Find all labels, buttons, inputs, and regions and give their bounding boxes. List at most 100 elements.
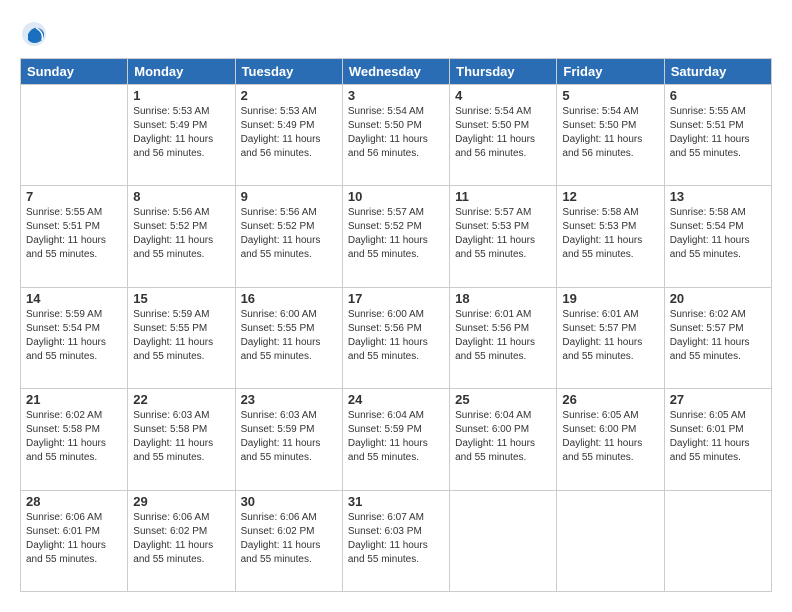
day-number: 5	[562, 88, 658, 103]
day-number: 17	[348, 291, 444, 306]
header-row: SundayMondayTuesdayWednesdayThursdayFrid…	[21, 59, 772, 85]
day-number: 12	[562, 189, 658, 204]
day-number: 10	[348, 189, 444, 204]
day-cell: 23 Sunrise: 6:03 AM Sunset: 5:59 PM Dayli…	[235, 389, 342, 490]
day-cell: 20 Sunrise: 6:02 AM Sunset: 5:57 PM Dayli…	[664, 287, 771, 388]
day-cell: 29 Sunrise: 6:06 AM Sunset: 6:02 PM Dayli…	[128, 490, 235, 591]
day-cell: 17 Sunrise: 6:00 AM Sunset: 5:56 PM Dayli…	[342, 287, 449, 388]
day-cell: 19 Sunrise: 6:01 AM Sunset: 5:57 PM Dayli…	[557, 287, 664, 388]
day-number: 14	[26, 291, 122, 306]
day-number: 26	[562, 392, 658, 407]
day-cell: 11Sunrise: 5:57 AM Sunset: 5:53 PM Dayli…	[450, 186, 557, 287]
day-number: 8	[133, 189, 229, 204]
day-info: Sunrise: 5:54 AM Sunset: 5:50 PM Dayligh…	[455, 105, 551, 161]
header-cell-wednesday: Wednesday	[342, 59, 449, 85]
header-cell-tuesday: Tuesday	[235, 59, 342, 85]
day-cell: 8 Sunrise: 5:56 AM Sunset: 5:52 PM Daylig…	[128, 186, 235, 287]
day-info: Sunrise: 5:59 AM Sunset: 5:55 PM Dayligh…	[133, 308, 229, 364]
day-info: Sunrise: 6:01 AM Sunset: 5:56 PM Dayligh…	[455, 308, 551, 364]
week-row-3: 14 Sunrise: 5:59 AM Sunset: 5:54 PM Dayli…	[21, 287, 772, 388]
day-cell: 3Sunrise: 5:54 AM Sunset: 5:50 PM Daylig…	[342, 85, 449, 186]
week-row-4: 21 Sunrise: 6:02 AM Sunset: 5:58 PM Dayli…	[21, 389, 772, 490]
day-cell	[557, 490, 664, 591]
day-info: Sunrise: 6:01 AM Sunset: 5:57 PM Dayligh…	[562, 308, 658, 364]
day-info: Sunrise: 5:57 AM Sunset: 5:53 PM Dayligh…	[455, 206, 551, 262]
week-row-1: 1 Sunrise: 5:53 AM Sunset: 5:49 PM Daylig…	[21, 85, 772, 186]
day-cell	[664, 490, 771, 591]
day-cell: 10 Sunrise: 5:57 AM Sunset: 5:52 PM Dayli…	[342, 186, 449, 287]
day-info: Sunrise: 6:00 AM Sunset: 5:56 PM Dayligh…	[348, 308, 444, 364]
header-cell-friday: Friday	[557, 59, 664, 85]
day-cell: 16 Sunrise: 6:00 AM Sunset: 5:55 PM Dayli…	[235, 287, 342, 388]
day-info: Sunrise: 5:58 AM Sunset: 5:53 PM Dayligh…	[562, 206, 658, 262]
day-info: Sunrise: 6:00 AM Sunset: 5:55 PM Dayligh…	[241, 308, 337, 364]
day-number: 6	[670, 88, 766, 103]
day-cell: 24 Sunrise: 6:04 AM Sunset: 5:59 PM Dayli…	[342, 389, 449, 490]
header	[20, 20, 772, 48]
day-cell: 21 Sunrise: 6:02 AM Sunset: 5:58 PM Dayli…	[21, 389, 128, 490]
day-cell: 30 Sunrise: 6:06 AM Sunset: 6:02 PM Dayli…	[235, 490, 342, 591]
day-info: Sunrise: 5:57 AM Sunset: 5:52 PM Dayligh…	[348, 206, 444, 262]
day-number: 19	[562, 291, 658, 306]
day-info: Sunrise: 6:06 AM Sunset: 6:01 PM Dayligh…	[26, 511, 122, 567]
day-cell: 26 Sunrise: 6:05 AM Sunset: 6:00 PM Dayli…	[557, 389, 664, 490]
day-cell: 1 Sunrise: 5:53 AM Sunset: 5:49 PM Daylig…	[128, 85, 235, 186]
day-info: Sunrise: 6:05 AM Sunset: 6:01 PM Dayligh…	[670, 409, 766, 465]
day-cell	[21, 85, 128, 186]
day-info: Sunrise: 5:55 AM Sunset: 5:51 PM Dayligh…	[670, 105, 766, 161]
day-cell: 2 Sunrise: 5:53 AM Sunset: 5:49 PM Daylig…	[235, 85, 342, 186]
day-cell: 7Sunrise: 5:55 AM Sunset: 5:51 PM Daylig…	[21, 186, 128, 287]
day-cell: 28Sunrise: 6:06 AM Sunset: 6:01 PM Dayli…	[21, 490, 128, 591]
day-cell: 27 Sunrise: 6:05 AM Sunset: 6:01 PM Dayli…	[664, 389, 771, 490]
day-number: 24	[348, 392, 444, 407]
day-cell: 14 Sunrise: 5:59 AM Sunset: 5:54 PM Dayli…	[21, 287, 128, 388]
day-number: 30	[241, 494, 337, 509]
day-info: Sunrise: 6:07 AM Sunset: 6:03 PM Dayligh…	[348, 511, 444, 567]
week-row-2: 7Sunrise: 5:55 AM Sunset: 5:51 PM Daylig…	[21, 186, 772, 287]
day-number: 16	[241, 291, 337, 306]
day-info: Sunrise: 6:06 AM Sunset: 6:02 PM Dayligh…	[241, 511, 337, 567]
day-number: 2	[241, 88, 337, 103]
day-number: 3	[348, 88, 444, 103]
day-number: 23	[241, 392, 337, 407]
day-info: Sunrise: 6:03 AM Sunset: 5:59 PM Dayligh…	[241, 409, 337, 465]
day-info: Sunrise: 5:58 AM Sunset: 5:54 PM Dayligh…	[670, 206, 766, 262]
day-number: 1	[133, 88, 229, 103]
day-info: Sunrise: 5:53 AM Sunset: 5:49 PM Dayligh…	[133, 105, 229, 161]
calendar: SundayMondayTuesdayWednesdayThursdayFrid…	[20, 58, 772, 592]
calendar-body: 1 Sunrise: 5:53 AM Sunset: 5:49 PM Daylig…	[21, 85, 772, 592]
day-number: 21	[26, 392, 122, 407]
day-cell: 13Sunrise: 5:58 AM Sunset: 5:54 PM Dayli…	[664, 186, 771, 287]
day-info: Sunrise: 6:06 AM Sunset: 6:02 PM Dayligh…	[133, 511, 229, 567]
logo-icon	[20, 20, 48, 48]
week-row-5: 28Sunrise: 6:06 AM Sunset: 6:01 PM Dayli…	[21, 490, 772, 591]
header-cell-monday: Monday	[128, 59, 235, 85]
day-number: 31	[348, 494, 444, 509]
day-cell: 6 Sunrise: 5:55 AM Sunset: 5:51 PM Daylig…	[664, 85, 771, 186]
day-info: Sunrise: 6:05 AM Sunset: 6:00 PM Dayligh…	[562, 409, 658, 465]
day-number: 29	[133, 494, 229, 509]
day-number: 15	[133, 291, 229, 306]
header-cell-saturday: Saturday	[664, 59, 771, 85]
day-number: 18	[455, 291, 551, 306]
header-cell-sunday: Sunday	[21, 59, 128, 85]
day-info: Sunrise: 5:53 AM Sunset: 5:49 PM Dayligh…	[241, 105, 337, 161]
day-number: 4	[455, 88, 551, 103]
day-info: Sunrise: 6:02 AM Sunset: 5:57 PM Dayligh…	[670, 308, 766, 364]
day-number: 9	[241, 189, 337, 204]
calendar-header: SundayMondayTuesdayWednesdayThursdayFrid…	[21, 59, 772, 85]
day-info: Sunrise: 5:56 AM Sunset: 5:52 PM Dayligh…	[133, 206, 229, 262]
day-info: Sunrise: 6:03 AM Sunset: 5:58 PM Dayligh…	[133, 409, 229, 465]
day-number: 22	[133, 392, 229, 407]
day-info: Sunrise: 5:59 AM Sunset: 5:54 PM Dayligh…	[26, 308, 122, 364]
day-number: 27	[670, 392, 766, 407]
day-cell: 15 Sunrise: 5:59 AM Sunset: 5:55 PM Dayli…	[128, 287, 235, 388]
day-info: Sunrise: 6:04 AM Sunset: 5:59 PM Dayligh…	[348, 409, 444, 465]
day-number: 20	[670, 291, 766, 306]
day-cell: 12 Sunrise: 5:58 AM Sunset: 5:53 PM Dayli…	[557, 186, 664, 287]
day-info: Sunrise: 6:04 AM Sunset: 6:00 PM Dayligh…	[455, 409, 551, 465]
day-number: 7	[26, 189, 122, 204]
day-cell: 9Sunrise: 5:56 AM Sunset: 5:52 PM Daylig…	[235, 186, 342, 287]
logo	[20, 20, 52, 48]
day-info: Sunrise: 6:02 AM Sunset: 5:58 PM Dayligh…	[26, 409, 122, 465]
